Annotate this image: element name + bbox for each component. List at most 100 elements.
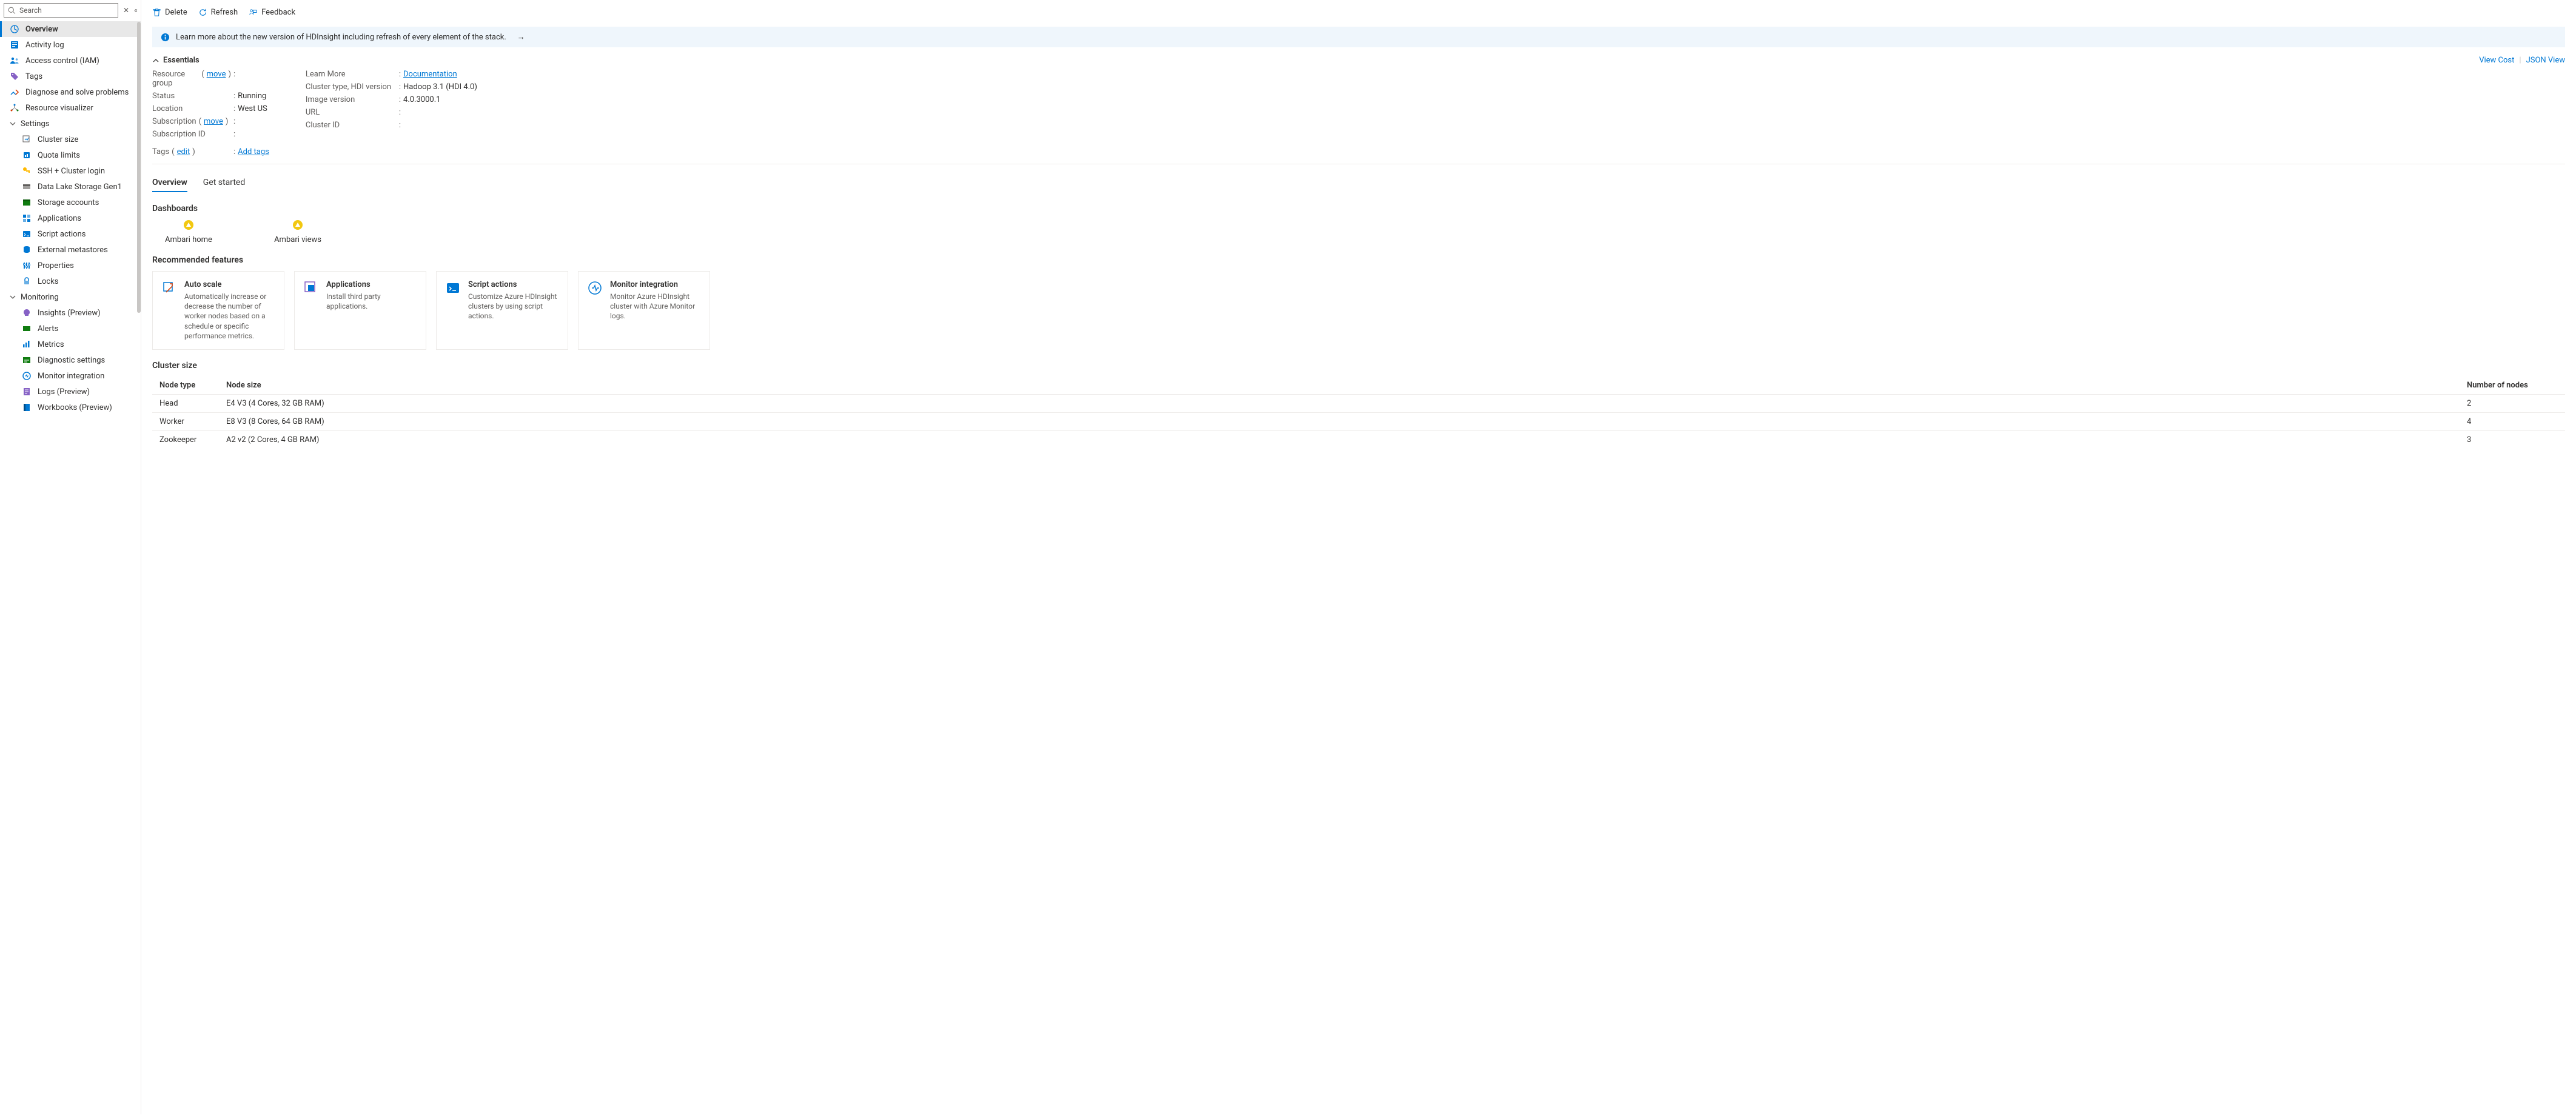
info-banner[interactable]: Learn more about the new version of HDIn… xyxy=(152,27,2565,47)
view-cost-link[interactable]: View Cost xyxy=(2479,56,2514,65)
overview-icon xyxy=(10,24,19,34)
btn-label: Delete xyxy=(165,8,187,17)
nav-label: Monitor integration xyxy=(38,372,104,381)
card-desc: Customize Azure HDInsight clusters by us… xyxy=(468,292,559,321)
card-script-actions[interactable]: Script actionsCustomize Azure HDInsight … xyxy=(436,271,568,350)
nav-external-metastores[interactable]: External metastores xyxy=(0,242,141,258)
cell: E4 V3 (4 Cores, 32 GB RAM) xyxy=(226,399,2467,408)
ess-label: Cluster type, HDI version xyxy=(306,82,397,92)
sidebar-nav: Overview Activity log Access control (IA… xyxy=(0,21,141,1114)
add-tags-link[interactable]: Add tags xyxy=(238,147,269,156)
nav-alerts[interactable]: Alerts xyxy=(0,321,141,337)
subscription-move[interactable]: move xyxy=(204,117,223,126)
diagnose-icon xyxy=(10,87,19,97)
nav-cluster-size[interactable]: Cluster size xyxy=(0,132,141,147)
lock-icon xyxy=(22,276,32,286)
cluster-size-icon xyxy=(22,135,32,144)
nav-storage-accounts[interactable]: Storage accounts xyxy=(0,195,141,210)
table-row[interactable]: Zookeeper A2 v2 (2 Cores, 4 GB RAM) 3 xyxy=(152,430,2565,449)
nav-access-control[interactable]: Access control (IAM) xyxy=(0,53,141,69)
table-row[interactable]: Worker E8 V3 (8 Cores, 64 GB RAM) 4 xyxy=(152,412,2565,430)
feedback-button[interactable]: Feedback xyxy=(249,8,295,17)
sidebar-close-icon[interactable]: ✕ xyxy=(123,6,129,15)
nav-overview[interactable]: Overview xyxy=(0,21,141,37)
ess-value: Running xyxy=(238,92,266,101)
nav-label: Applications xyxy=(38,214,81,223)
divider: | xyxy=(2519,56,2521,65)
script-icon xyxy=(22,229,32,239)
nav-label: Alerts xyxy=(38,324,58,333)
json-view-link[interactable]: JSON View xyxy=(2526,56,2565,65)
nav-label: Script actions xyxy=(38,230,86,239)
delete-button[interactable]: Delete xyxy=(152,8,187,17)
nav-tags[interactable]: Tags xyxy=(0,69,141,84)
nav-insights[interactable]: Insights (Preview) xyxy=(0,305,141,321)
col-node-type: Node type xyxy=(159,381,226,390)
storage-icon xyxy=(22,198,32,207)
documentation-link[interactable]: Documentation xyxy=(403,70,457,79)
nav-section-monitoring[interactable]: Monitoring xyxy=(0,289,141,305)
cell: Head xyxy=(159,399,226,408)
chevron-up-icon[interactable] xyxy=(152,57,159,64)
essentials-grid: Resource group (move): Status:Running Lo… xyxy=(152,70,2565,156)
nav-label: Metrics xyxy=(38,340,64,349)
autoscale-icon xyxy=(161,280,177,296)
cell: 4 xyxy=(2467,417,2558,426)
card-monitor-integration[interactable]: Monitor integrationMonitor Azure HDInsig… xyxy=(578,271,710,350)
tags-edit[interactable]: edit xyxy=(177,147,190,156)
dashboard-label: Ambari views xyxy=(274,235,321,244)
nav-monitor-integration[interactable]: Monitor integration xyxy=(0,368,141,384)
nav-label: External metastores xyxy=(38,246,108,255)
nav-resource-visualizer[interactable]: Resource visualizer xyxy=(0,100,141,116)
nav-metrics[interactable]: Metrics xyxy=(0,337,141,352)
refresh-button[interactable]: Refresh xyxy=(198,8,238,17)
nav-section-label: Settings xyxy=(21,119,49,129)
ess-label: Status xyxy=(152,92,231,101)
nav-locks[interactable]: Locks xyxy=(0,273,141,289)
recommended-title: Recommended features xyxy=(152,255,2565,265)
nav-applications[interactable]: Applications xyxy=(0,210,141,226)
nav-logs[interactable]: Logs (Preview) xyxy=(0,384,141,400)
tags-icon xyxy=(10,72,19,81)
nav-diagnostic-settings[interactable]: Diagnostic settings xyxy=(0,352,141,368)
card-applications[interactable]: ApplicationsInstall third party applicat… xyxy=(294,271,426,350)
nav-label: Locks xyxy=(38,277,59,286)
metrics-icon xyxy=(22,340,32,349)
nav-diagnose[interactable]: Diagnose and solve problems xyxy=(0,84,141,100)
nav-workbooks[interactable]: Workbooks (Preview) xyxy=(0,400,141,415)
apps-icon xyxy=(22,213,32,223)
nav-label: SSH + Cluster login xyxy=(38,167,105,176)
workbooks-icon xyxy=(22,403,32,412)
ess-label: Subscription xyxy=(152,117,196,126)
tab-get-started[interactable]: Get started xyxy=(203,178,245,192)
resource-group-move[interactable]: move xyxy=(207,70,226,88)
nav-ssh-login[interactable]: SSH + Cluster login xyxy=(0,163,141,179)
dashboards: Ambari home Ambari views xyxy=(152,219,2565,244)
search-icon xyxy=(8,7,16,15)
key-icon xyxy=(22,166,32,176)
card-desc: Install third party applications. xyxy=(326,292,417,311)
nav-section-settings[interactable]: Settings xyxy=(0,116,141,132)
dashboard-ambari-views[interactable]: Ambari views xyxy=(261,219,334,244)
sidebar-collapse-icon[interactable]: « xyxy=(134,6,138,15)
alerts-icon xyxy=(22,324,32,333)
nav-script-actions[interactable]: Script actions xyxy=(0,226,141,242)
monitor-icon xyxy=(22,371,32,381)
table-row[interactable]: Head E4 V3 (4 Cores, 32 GB RAM) 2 xyxy=(152,394,2565,412)
metastore-icon xyxy=(22,245,32,255)
nav-data-lake[interactable]: Data Lake Storage Gen1 xyxy=(0,179,141,195)
sidebar-search[interactable] xyxy=(4,3,118,18)
card-auto-scale[interactable]: Auto scaleAutomatically increase or decr… xyxy=(152,271,284,350)
nav-label: Insights (Preview) xyxy=(38,309,101,318)
nav-activity-log[interactable]: Activity log xyxy=(0,37,141,53)
sidebar-scrollbar[interactable] xyxy=(137,22,141,313)
dashboard-ambari-home[interactable]: Ambari home xyxy=(152,219,225,244)
nav-label: Properties xyxy=(38,261,74,270)
nav-label: Diagnose and solve problems xyxy=(25,88,129,97)
nav-quota-limits[interactable]: Quota limits xyxy=(0,147,141,163)
search-input[interactable] xyxy=(19,6,114,15)
nav-properties[interactable]: Properties xyxy=(0,258,141,273)
nav-label: Diagnostic settings xyxy=(38,356,105,365)
tab-overview[interactable]: Overview xyxy=(152,178,187,192)
ess-label: URL xyxy=(306,108,397,117)
